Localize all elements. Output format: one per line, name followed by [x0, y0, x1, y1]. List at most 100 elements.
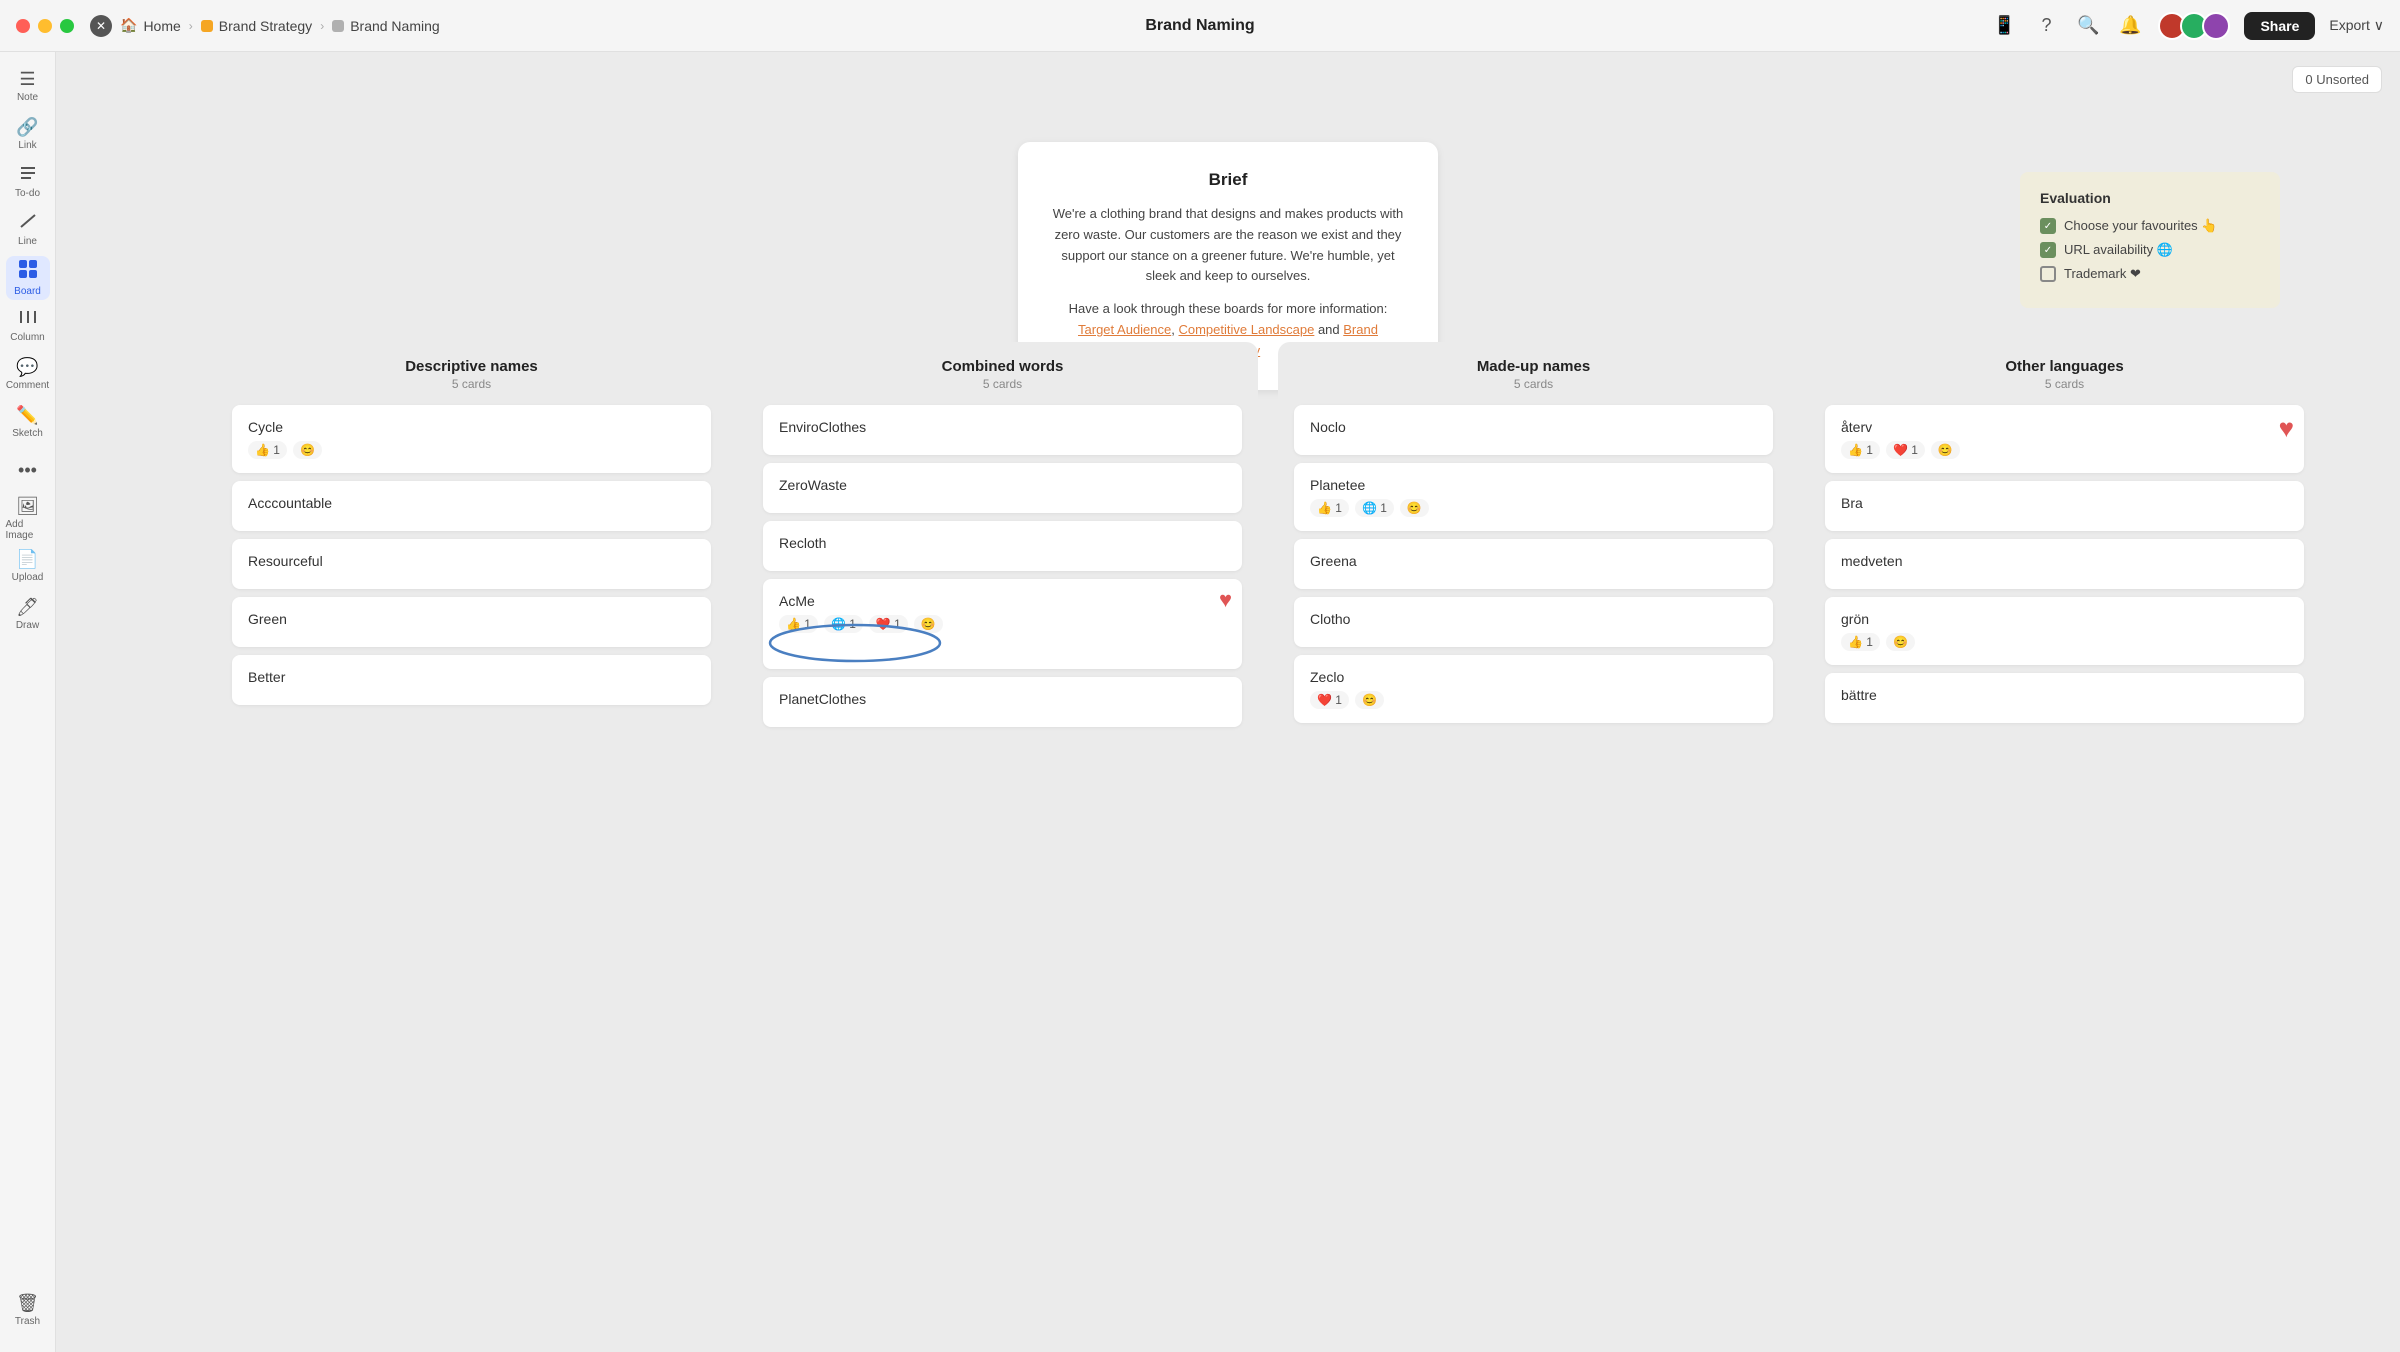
- sidebar-addimage-label: Add Image: [6, 519, 50, 541]
- breadcrumb-home[interactable]: 🏠 Home: [120, 17, 181, 34]
- main-layout: ☰ Note 🔗 Link To-do Line: [0, 52, 2400, 1352]
- notification-icon[interactable]: 🔔: [2116, 12, 2144, 40]
- col-madeup-count: 5 cards: [1294, 377, 1773, 391]
- close-button[interactable]: [16, 19, 30, 33]
- column-madeup: Made-up names 5 cards Noclo Planetee 👍 1…: [1278, 342, 1789, 743]
- card-medveten: medveten: [1825, 539, 2304, 589]
- sidebar-item-note[interactable]: ☰ Note: [6, 64, 50, 108]
- card-greena-name: Greena: [1310, 553, 1757, 569]
- sidebar-item-board[interactable]: Board: [6, 256, 50, 300]
- planetee-reaction-smile[interactable]: 😊: [1400, 499, 1429, 517]
- card-clotho: Clotho: [1294, 597, 1773, 647]
- card-gron-reactions: 👍 1 😊: [1841, 633, 2288, 651]
- card-noclo-name: Noclo: [1310, 419, 1757, 435]
- card-enviroclothes: EnviroClothes: [763, 405, 1242, 455]
- card-zeclo-reactions: ❤️ 1 😊: [1310, 691, 1757, 709]
- sidebar-trash-label: Trash: [15, 1316, 40, 1327]
- planetee-reaction-thumbs[interactable]: 👍 1: [1310, 499, 1349, 517]
- trash-icon: 🗑: [16, 1293, 39, 1314]
- zeclo-reaction-smile[interactable]: 😊: [1355, 691, 1384, 709]
- eval-checkbox-1[interactable]: ✓: [2040, 242, 2056, 258]
- sidebar-item-more[interactable]: •••: [6, 448, 50, 492]
- card-resourceful: Resourceful: [232, 539, 711, 589]
- gron-reaction-thumbs[interactable]: 👍 1: [1841, 633, 1880, 651]
- device-icon[interactable]: 📱: [1990, 12, 2018, 40]
- sketch-icon: ✏️: [16, 405, 38, 426]
- eval-label-1: URL availability 🌐: [2064, 242, 2173, 258]
- card-better-name: Better: [248, 669, 695, 685]
- sidebar-draw-label: Draw: [16, 620, 39, 631]
- planetee-reaction-globe[interactable]: 🌐 1: [1355, 499, 1394, 517]
- more-icon: •••: [18, 460, 37, 481]
- sort-button[interactable]: 0 Unsorted: [2292, 66, 2382, 93]
- breadcrumb: 🏠 Home › Brand Strategy › Brand Naming: [120, 17, 440, 34]
- card-battre-name: bättre: [1841, 687, 2288, 703]
- share-button[interactable]: Share: [2244, 12, 2315, 40]
- sidebar-item-link[interactable]: 🔗 Link: [6, 112, 50, 156]
- avatar-group: [2158, 12, 2230, 40]
- card-cycle-reactions: 👍 1 😊: [248, 441, 695, 459]
- eval-checkbox-2[interactable]: [2040, 266, 2056, 282]
- sidebar-upload-label: Upload: [12, 572, 44, 583]
- export-button[interactable]: Export ∨: [2329, 17, 2384, 34]
- reaction-smile[interactable]: 😊: [293, 441, 322, 459]
- search-icon[interactable]: 🔍: [2074, 12, 2102, 40]
- col-otherlang-count: 5 cards: [1825, 377, 2304, 391]
- aterv-reaction-heart[interactable]: ❤️ 1: [1886, 441, 1925, 459]
- sidebar-line-label: Line: [18, 236, 37, 247]
- card-bra-name: Bra: [1841, 495, 2288, 511]
- canvas-area: 0 Unsorted Brief We're a clothing brand …: [56, 52, 2400, 1352]
- acme-reaction-globe[interactable]: 🌐 1: [824, 615, 863, 633]
- brand-strategy-dot: [201, 20, 213, 32]
- eval-checkbox-0[interactable]: ✓: [2040, 218, 2056, 234]
- aterv-reaction-thumbs[interactable]: 👍 1: [1841, 441, 1880, 459]
- todo-icon: [19, 165, 37, 186]
- sidebar-sketch-label: Sketch: [12, 428, 43, 439]
- reaction-thumbs[interactable]: 👍 1: [248, 441, 287, 459]
- page-title: Brand Naming: [1145, 17, 1254, 35]
- sidebar-item-line[interactable]: Line: [6, 208, 50, 252]
- card-zeclo: Zeclo ❤️ 1 😊: [1294, 655, 1773, 723]
- card-green: Green: [232, 597, 711, 647]
- sidebar-item-sketch[interactable]: ✏️ Sketch: [6, 400, 50, 444]
- addimage-icon: 🖼: [16, 496, 39, 517]
- sidebar-item-trash[interactable]: 🗑 Trash: [6, 1288, 50, 1332]
- competitive-landscape-link[interactable]: Competitive Landscape: [1178, 322, 1314, 337]
- sidebar-item-todo[interactable]: To-do: [6, 160, 50, 204]
- acme-reaction-thumbs[interactable]: 👍 1: [779, 615, 818, 633]
- card-planetee-reactions: 👍 1 🌐 1 😊: [1310, 499, 1757, 517]
- acme-reaction-heart[interactable]: ❤️ 1: [869, 615, 908, 633]
- sidebar-item-comment[interactable]: 💬 Comment: [6, 352, 50, 396]
- sidebar-item-upload[interactable]: 📄 Upload: [6, 544, 50, 588]
- card-acme: AcMe ♥ 👍 1 🌐 1 ❤️ 1 😊: [763, 579, 1242, 669]
- maximize-button[interactable]: [60, 19, 74, 33]
- card-planetee-name: Planetee: [1310, 477, 1757, 493]
- target-audience-link[interactable]: Target Audience: [1078, 322, 1171, 337]
- zeclo-reaction-heart[interactable]: ❤️ 1: [1310, 691, 1349, 709]
- acme-reaction-smile[interactable]: 😊: [914, 615, 943, 633]
- card-enviroclothes-name: EnviroClothes: [779, 419, 1226, 435]
- breadcrumb-brand-naming[interactable]: Brand Naming: [332, 18, 440, 34]
- breadcrumb-brand-strategy[interactable]: Brand Strategy: [201, 18, 312, 34]
- app-icon: ✕: [90, 15, 112, 37]
- card-zerowaste-name: ZeroWaste: [779, 477, 1226, 493]
- help-icon[interactable]: ?: [2032, 12, 2060, 40]
- col-combined-count: 5 cards: [763, 377, 1242, 391]
- title-bar: ✕ 🏠 Home › Brand Strategy › Brand Naming…: [0, 0, 2400, 52]
- sidebar-item-column[interactable]: Column: [6, 304, 50, 348]
- col-descriptive-title: Descriptive names: [232, 358, 711, 375]
- card-clotho-name: Clotho: [1310, 611, 1757, 627]
- card-accountable-name: Acccountable: [248, 495, 695, 511]
- eval-item-0: ✓ Choose your favourites 👆: [2040, 218, 2260, 234]
- card-better: Better: [232, 655, 711, 705]
- minimize-button[interactable]: [38, 19, 52, 33]
- gron-reaction-smile[interactable]: 😊: [1886, 633, 1915, 651]
- breadcrumb-brand-naming-label: Brand Naming: [350, 18, 440, 34]
- note-icon: ☰: [19, 69, 35, 90]
- aterv-reaction-smile[interactable]: 😊: [1931, 441, 1960, 459]
- column-otherlang: Other languages 5 cards återv ♥ 👍 1 ❤️ 1…: [1809, 342, 2320, 743]
- sidebar-item-addimage[interactable]: 🖼 Add Image: [6, 496, 50, 540]
- card-recloth: Recloth: [763, 521, 1242, 571]
- eval-label-2: Trademark ❤: [2064, 266, 2141, 282]
- sidebar-item-draw[interactable]: 🖊 Draw: [6, 592, 50, 636]
